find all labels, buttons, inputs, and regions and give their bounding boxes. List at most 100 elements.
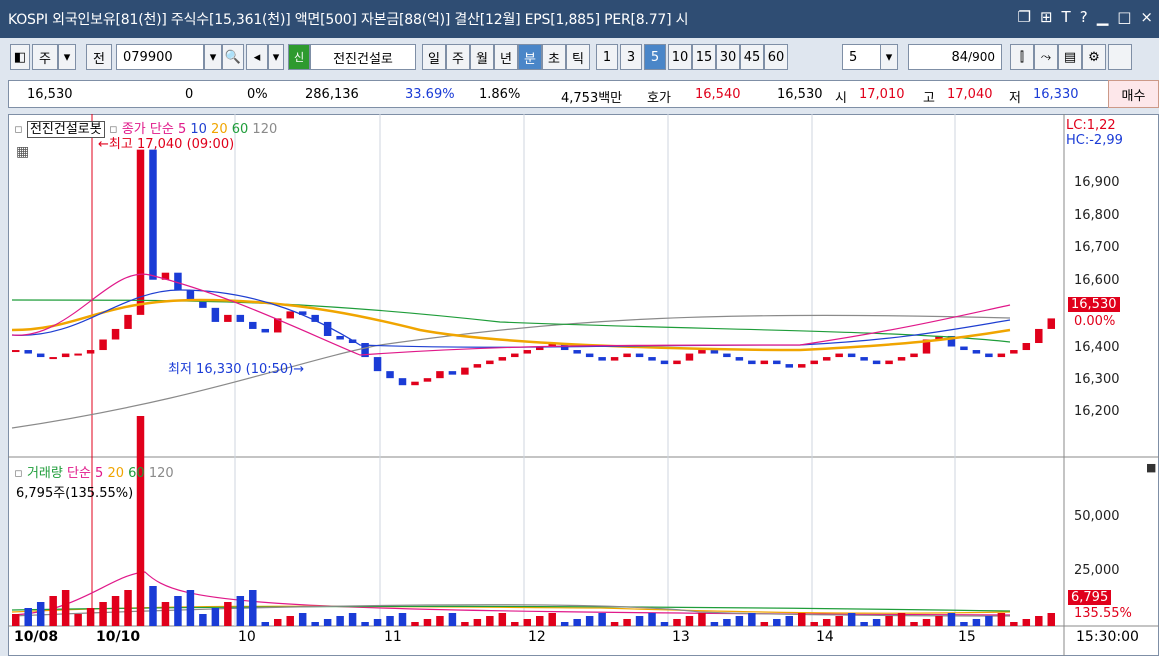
volume-bar [199, 614, 207, 626]
volume-bar [548, 613, 556, 626]
candle [386, 371, 394, 379]
volume-bar [897, 613, 906, 626]
volume-bar [773, 619, 781, 626]
volume-bar [735, 616, 744, 626]
candle [398, 378, 407, 386]
volume-bar [286, 616, 294, 626]
volume-bar [536, 616, 544, 626]
candle [486, 360, 494, 365]
volume-bar [311, 622, 319, 626]
candle [323, 321, 332, 336]
candle [660, 360, 669, 365]
volume-bar [573, 619, 581, 626]
candle [897, 357, 906, 361]
candle [635, 353, 644, 358]
candle [411, 381, 419, 386]
volume-bar [1010, 622, 1018, 626]
candle [997, 353, 1006, 358]
candle [673, 360, 681, 365]
volume-bar [249, 590, 257, 626]
volume-bar [86, 608, 95, 626]
volume-bar [386, 616, 394, 626]
candle [623, 353, 631, 358]
volume-bar [1035, 616, 1043, 626]
volume-bar [822, 619, 831, 626]
volume-bar [760, 622, 769, 626]
candle [498, 357, 507, 361]
xtick-11: 11 [384, 629, 402, 645]
volume-bar [872, 619, 881, 626]
candle [1035, 328, 1043, 344]
volume-bar [748, 613, 756, 626]
volume-pct: 135.55% [1074, 606, 1132, 621]
volume-bar [36, 602, 45, 626]
volume-bar [997, 613, 1006, 626]
price-chart-title[interactable]: 전진건설로봇 [26, 121, 105, 138]
vol-ma5-label: 5 [95, 466, 104, 481]
candle [224, 314, 232, 322]
volume-bar [448, 613, 457, 626]
xtick-1008: 10/08 [14, 629, 59, 645]
candle [261, 328, 270, 333]
volume-bar [61, 590, 70, 626]
candle [760, 360, 769, 365]
volume-bar [411, 622, 419, 626]
candle [860, 357, 868, 361]
legend-box-icon: ▫ [14, 466, 23, 481]
candle [211, 307, 220, 322]
high-annotation: ←최고 17,040 (09:00) [98, 137, 235, 152]
candle [847, 353, 856, 358]
candle [598, 357, 606, 361]
candlestick-chart[interactable] [0, 0, 1159, 656]
volume-bar [798, 613, 806, 626]
table-icon[interactable]: ▦ [16, 144, 29, 160]
ytick-16400: 16,400 [1074, 340, 1120, 355]
candle [885, 360, 893, 365]
volume-bar [111, 596, 120, 626]
candle [610, 357, 619, 361]
volume-bar [486, 616, 494, 626]
panel-close-icon[interactable]: ■ [1146, 461, 1156, 474]
candle [86, 350, 95, 354]
volume-badge: 6,795 [1068, 590, 1112, 605]
candle [99, 339, 107, 351]
candle [710, 350, 719, 354]
candle [785, 364, 794, 368]
candle [748, 360, 756, 365]
candle [735, 357, 744, 361]
ytick-16800: 16,800 [1074, 208, 1120, 223]
ma5-line [11, 273, 1011, 356]
candle [773, 360, 781, 365]
hc-label: HC:-2,99 [1066, 133, 1123, 148]
ytick-16600: 16,600 [1074, 273, 1120, 288]
candle [573, 350, 581, 354]
current-price-badge: 16,530 [1068, 297, 1120, 312]
candle [985, 353, 993, 358]
volume-bar [523, 619, 532, 626]
xtick-1010: 10/10 [96, 629, 141, 645]
candle [12, 350, 20, 353]
volume-bar [648, 613, 656, 626]
ytick-16300: 16,300 [1074, 372, 1120, 387]
volume-bar [236, 596, 245, 626]
volume-bar [461, 622, 469, 626]
volume-bar [473, 619, 482, 626]
volume-bar [960, 622, 968, 626]
vol-ma60-label: 60 [128, 466, 145, 481]
volume-bar [673, 619, 681, 626]
volume-bar [623, 619, 631, 626]
volume-bar [124, 590, 132, 626]
volume-bar [336, 616, 344, 626]
candle [461, 367, 469, 375]
candle [149, 149, 157, 280]
volume-bar [373, 619, 382, 626]
ma120-label: 120 [252, 122, 278, 137]
volume-bar [261, 622, 270, 626]
candle [111, 328, 120, 340]
candle [423, 378, 432, 382]
volume-bar [710, 622, 719, 626]
current-pct-label: 0.00% [1074, 314, 1116, 329]
candle [698, 350, 706, 354]
ma20-line [11, 298, 1011, 352]
candle [523, 350, 532, 354]
